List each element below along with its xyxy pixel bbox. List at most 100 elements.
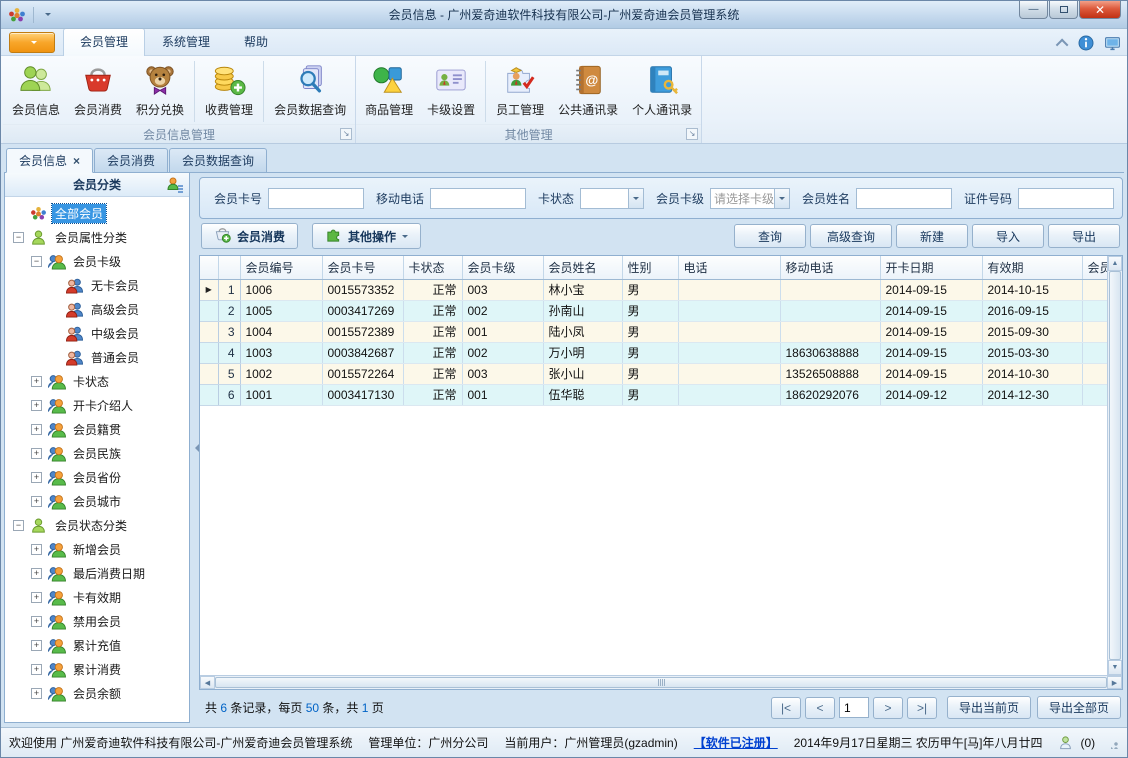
- tree-item[interactable]: + 禁用会员: [5, 609, 189, 633]
- ribbon-item[interactable]: 收费管理: [198, 59, 260, 124]
- minimize-button[interactable]: —: [1019, 1, 1048, 19]
- tree-item[interactable]: − 会员属性分类: [5, 225, 189, 249]
- scroll-down-icon[interactable]: ▼: [1108, 660, 1122, 675]
- tree-expander[interactable]: +: [31, 567, 42, 579]
- first-page-button[interactable]: |<: [771, 696, 801, 719]
- horizontal-scroll-thumb[interactable]: [215, 677, 1107, 688]
- column-header[interactable]: 卡状态: [403, 256, 463, 280]
- column-header[interactable]: 会员姓名: [543, 256, 623, 280]
- menu-tab[interactable]: 系统管理: [145, 28, 227, 55]
- other-actions-button[interactable]: 其他操作: [312, 223, 422, 249]
- id-number-input[interactable]: [1018, 187, 1114, 209]
- tree-expander[interactable]: +: [31, 687, 42, 699]
- member-consume-button[interactable]: 会员消费: [201, 223, 299, 249]
- tree-item[interactable]: 高级会员: [5, 297, 189, 321]
- tree-expander[interactable]: +: [31, 423, 42, 435]
- tree-item[interactable]: + 最后消费日期: [5, 561, 189, 585]
- export-all-pages-button[interactable]: 导出全部页: [1037, 696, 1121, 719]
- ribbon-item[interactable]: 个人通讯录: [625, 59, 699, 124]
- tree-expander[interactable]: +: [31, 375, 42, 387]
- document-tab[interactable]: 会员消费: [94, 148, 169, 172]
- ribbon-item[interactable]: 积分兑换: [129, 59, 191, 124]
- column-header[interactable]: 有效期: [982, 256, 1083, 280]
- registered-link[interactable]: 【软件已注册】: [694, 734, 778, 751]
- prev-page-button[interactable]: <: [805, 696, 835, 719]
- tree-expander[interactable]: +: [31, 543, 42, 555]
- menu-tab[interactable]: 会员管理: [63, 28, 146, 56]
- chevron-down-icon[interactable]: [627, 188, 643, 208]
- next-page-button[interactable]: >: [873, 696, 903, 719]
- tree-expander[interactable]: −: [13, 231, 24, 243]
- tree-expander[interactable]: +: [31, 663, 42, 675]
- tree-item[interactable]: + 累计消费: [5, 657, 189, 681]
- tree-expander[interactable]: +: [31, 591, 42, 603]
- dialog-launcher-icon[interactable]: ↘: [340, 128, 353, 140]
- ribbon-item[interactable]: 商品管理: [358, 59, 420, 124]
- tree-item[interactable]: + 累计充值: [5, 633, 189, 657]
- document-tab[interactable]: 会员信息 ×: [6, 148, 94, 173]
- tree-item[interactable]: 无卡会员: [5, 273, 189, 297]
- ribbon-item[interactable]: 会员信息: [5, 59, 67, 124]
- card-status-select[interactable]: [580, 187, 644, 209]
- tree-expander[interactable]: +: [31, 615, 42, 627]
- close-button[interactable]: ✕: [1079, 1, 1121, 19]
- export-current-page-button[interactable]: 导出当前页: [947, 696, 1031, 719]
- tree-item[interactable]: + 开卡介绍人: [5, 393, 189, 417]
- column-header[interactable]: 性别: [622, 256, 679, 280]
- mobile-input[interactable]: [430, 187, 527, 209]
- column-header[interactable]: 会员卡号: [322, 256, 404, 280]
- table-row[interactable]: 3 1004 0015572389 正常 001 陆小凤男 2014-09-15 2015-0…: [200, 321, 1109, 343]
- ribbon-item[interactable]: 会员消费: [67, 59, 129, 124]
- quick-access-toolbar[interactable]: [40, 7, 57, 33]
- tree-expander[interactable]: +: [31, 471, 42, 483]
- vertical-scroll-thumb[interactable]: [1109, 271, 1121, 660]
- card-no-input[interactable]: [268, 187, 365, 209]
- table-row[interactable]: ▶ 1 1006 0015573352 正常 003 林小宝男 2014-09-15 2014-…: [200, 279, 1109, 301]
- tree-item[interactable]: 全部会员: [5, 201, 189, 225]
- scroll-up-icon[interactable]: ▲: [1108, 256, 1122, 271]
- ribbon-item[interactable]: 员工管理: [489, 59, 551, 124]
- maximize-button[interactable]: [1049, 1, 1078, 19]
- table-row[interactable]: 2 1005 0003417269 正常 002 孙南山男 2014-09-15 2016-0…: [200, 300, 1109, 322]
- scroll-right-icon[interactable]: ▶: [1107, 676, 1122, 689]
- ribbon-item[interactable]: 会员数据查询: [267, 59, 353, 124]
- splitter[interactable]: [190, 173, 199, 723]
- tree-expander[interactable]: +: [31, 639, 42, 651]
- tree-item[interactable]: − 会员状态分类: [5, 513, 189, 537]
- document-tab[interactable]: 会员数据查询: [169, 148, 268, 172]
- member-name-input[interactable]: [855, 187, 952, 209]
- close-tab-icon[interactable]: ×: [73, 155, 80, 167]
- tree-expander[interactable]: +: [31, 447, 42, 459]
- column-header[interactable]: 会员: [1082, 256, 1109, 280]
- dialog-launcher-icon[interactable]: ↘: [686, 128, 699, 140]
- menu-tab[interactable]: 帮助: [227, 28, 285, 55]
- info-icon[interactable]: [1078, 35, 1094, 51]
- resize-grip[interactable]: [1111, 736, 1119, 749]
- page-number-input[interactable]: [839, 697, 869, 718]
- ribbon-item[interactable]: @ 公共通讯录: [551, 59, 625, 124]
- collapse-ribbon-icon[interactable]: [1055, 38, 1069, 51]
- tree-expander[interactable]: −: [13, 519, 24, 531]
- table-row[interactable]: 4 1003 0003842687 正常 002 万小明男 18630638888 2014-…: [200, 342, 1109, 364]
- tree-item[interactable]: 普通会员: [5, 345, 189, 369]
- tree-item[interactable]: + 会员省份: [5, 465, 189, 489]
- tree-item[interactable]: − 会员卡级: [5, 249, 189, 273]
- table-row[interactable]: 5 1002 0015572264 正常 003 张小山男 13526508888 2014-…: [200, 363, 1109, 385]
- ribbon-item[interactable]: 卡级设置: [420, 59, 482, 124]
- tree-item[interactable]: + 会员民族: [5, 441, 189, 465]
- advanced-query-button[interactable]: 高级查询: [809, 224, 892, 248]
- card-level-select[interactable]: 请选择卡级: [709, 187, 790, 209]
- last-page-button[interactable]: >|: [907, 696, 937, 719]
- column-header[interactable]: 会员编号: [240, 256, 323, 280]
- export-button[interactable]: 导出: [1048, 224, 1120, 248]
- tree-expander[interactable]: +: [31, 495, 42, 507]
- system-window-icon[interactable]: [1104, 35, 1121, 51]
- column-header[interactable]: 开卡日期: [880, 256, 983, 280]
- tree-expander[interactable]: −: [31, 255, 42, 267]
- new-button[interactable]: 新建: [896, 224, 968, 248]
- import-button[interactable]: 导入: [972, 224, 1044, 248]
- tree-item[interactable]: + 卡有效期: [5, 585, 189, 609]
- category-settings-icon[interactable]: [166, 176, 184, 194]
- application-menu-button[interactable]: [9, 32, 55, 61]
- tree-item[interactable]: 中级会员: [5, 321, 189, 345]
